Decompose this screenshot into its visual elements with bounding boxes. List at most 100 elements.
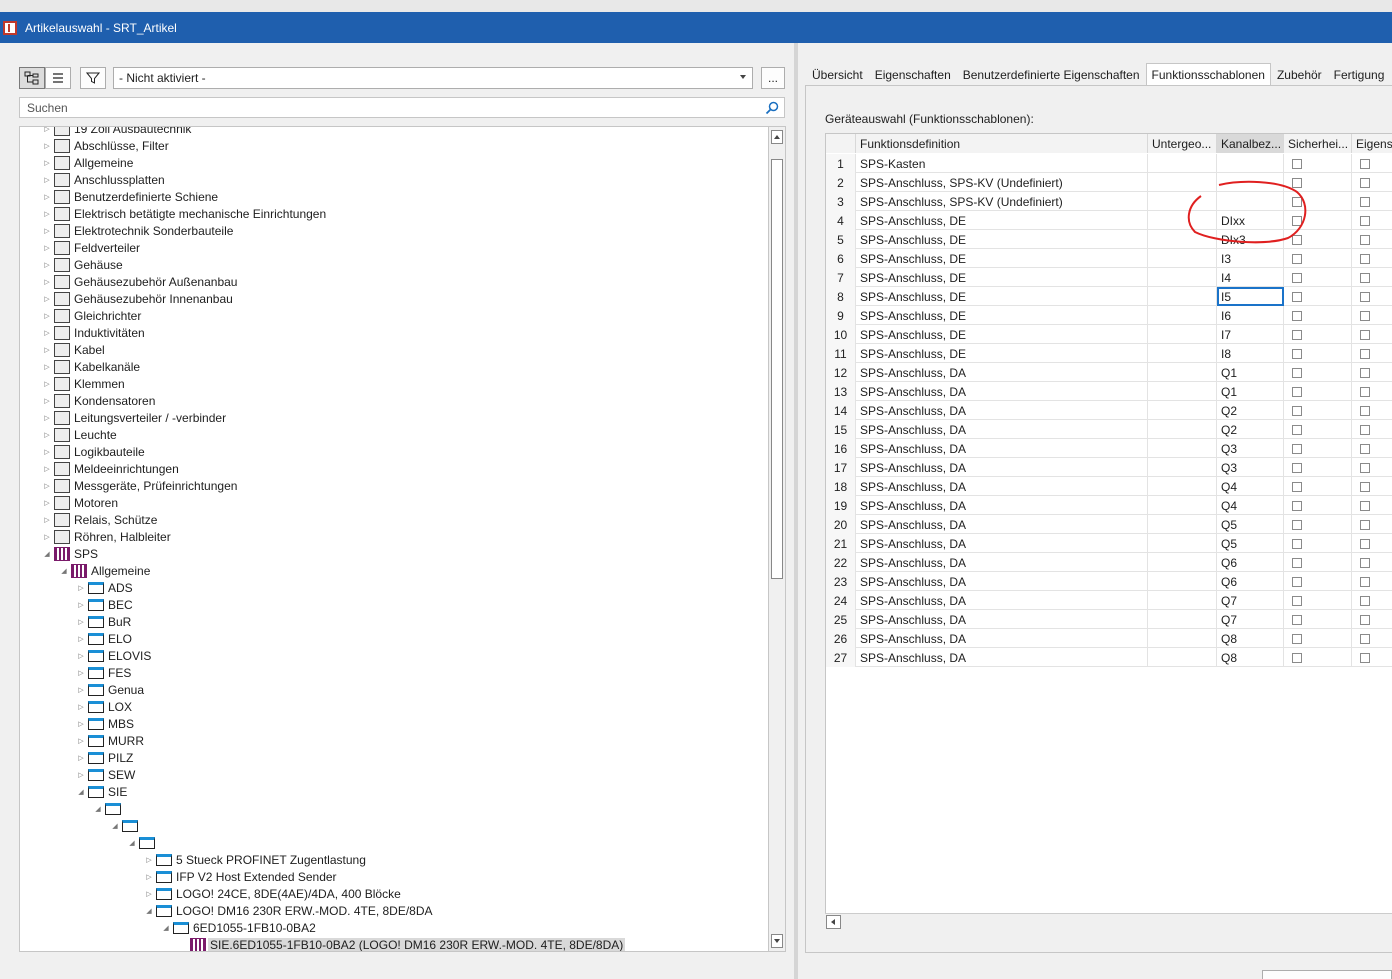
grid-column-header[interactable]: Sicherhei... [1284, 134, 1352, 153]
scroll-up-button[interactable] [771, 130, 783, 144]
expand-arrow-icon[interactable]: ▷ [42, 477, 52, 494]
subordinate-cell[interactable] [1148, 363, 1217, 382]
collapse-arrow-icon[interactable]: ◢ [42, 545, 52, 562]
safety-checkbox[interactable] [1292, 519, 1302, 530]
tree-item[interactable]: ◢ LOGO! DM16 230R ERW.-MOD. 4TE, 8DE/8DA [144, 902, 435, 919]
safety-checkbox[interactable] [1292, 462, 1302, 473]
expand-arrow-icon[interactable]: ▷ [42, 171, 52, 188]
function-definition-cell[interactable]: SPS-Anschluss, DA [856, 515, 1148, 534]
safety-checkbox[interactable] [1292, 557, 1302, 568]
property-checkbox[interactable] [1360, 367, 1370, 378]
function-template-grid[interactable]: Funktionsdefinition Untergeo... Kanalbez..… [825, 133, 1392, 928]
channel-name-cell[interactable]: Q4 [1217, 477, 1284, 496]
tree-item[interactable]: ▷ ADS [76, 579, 135, 596]
grid-row[interactable]: 6 SPS-Anschluss, DE I3 [826, 249, 1392, 268]
channel-name-cell[interactable]: Q2 [1217, 420, 1284, 439]
grid-horizontal-scrollbar[interactable] [825, 913, 1392, 929]
expand-arrow-icon[interactable]: ▷ [42, 409, 52, 426]
safety-checkbox[interactable] [1292, 234, 1302, 245]
expand-arrow-icon[interactable]: ▷ [42, 341, 52, 358]
channel-name-cell[interactable]: Q8 [1217, 648, 1284, 667]
expand-arrow-icon[interactable]: ▷ [76, 732, 86, 749]
safety-checkbox[interactable] [1292, 500, 1302, 511]
tree-item[interactable]: ▷ PILZ [76, 749, 135, 766]
expand-arrow-icon[interactable]: ▷ [42, 307, 52, 324]
tree-item[interactable]: ▷ Benutzerdefinierte Schiene [42, 188, 220, 205]
expand-arrow-icon[interactable]: ▷ [76, 749, 86, 766]
expand-arrow-icon[interactable]: ▷ [42, 443, 52, 460]
grid-row[interactable]: 17 SPS-Anschluss, DA Q3 [826, 458, 1392, 477]
expand-arrow-icon[interactable]: ▷ [42, 358, 52, 375]
property-checkbox[interactable] [1360, 424, 1370, 435]
safety-checkbox[interactable] [1292, 443, 1302, 454]
channel-name-cell[interactable]: Q4 [1217, 496, 1284, 515]
subordinate-cell[interactable] [1148, 154, 1217, 173]
grid-column-header[interactable]: Funktionsdefinition [856, 134, 1148, 153]
expand-arrow-icon[interactable]: ▷ [42, 222, 52, 239]
grid-row[interactable]: 21 SPS-Anschluss, DA Q5 [826, 534, 1392, 553]
expand-arrow-icon[interactable]: ▷ [144, 868, 154, 885]
subordinate-cell[interactable] [1148, 648, 1217, 667]
safety-checkbox[interactable] [1292, 310, 1302, 321]
expand-arrow-icon[interactable]: ▷ [42, 256, 52, 273]
tree-item[interactable]: ▷ MURR [76, 732, 146, 749]
function-definition-cell[interactable]: SPS-Anschluss, DA [856, 648, 1148, 667]
subordinate-cell[interactable] [1148, 306, 1217, 325]
tree-item[interactable]: ▷ Elektrotechnik Sonderbauteile [42, 222, 235, 239]
subordinate-cell[interactable] [1148, 382, 1217, 401]
expand-arrow-icon[interactable]: ▷ [76, 579, 86, 596]
channel-name-cell[interactable]: Q7 [1217, 610, 1284, 629]
tree-item[interactable]: ▷ Feldverteiler [42, 239, 142, 256]
channel-name-cell[interactable]: DIxx [1217, 211, 1284, 230]
subordinate-cell[interactable] [1148, 629, 1217, 648]
property-checkbox[interactable] [1360, 519, 1370, 530]
expand-arrow-icon[interactable]: ▷ [42, 137, 52, 154]
function-definition-cell[interactable]: SPS-Anschluss, DA [856, 591, 1148, 610]
safety-checkbox[interactable] [1292, 158, 1302, 169]
grid-row[interactable]: 27 SPS-Anschluss, DA Q8 [826, 648, 1392, 667]
function-definition-cell[interactable]: SPS-Anschluss, DA [856, 458, 1148, 477]
grid-row[interactable]: 20 SPS-Anschluss, DA Q5 [826, 515, 1392, 534]
tab-eigenschaften[interactable]: Eigenschaften [869, 63, 957, 85]
expand-arrow-icon[interactable]: ▷ [42, 460, 52, 477]
subordinate-cell[interactable] [1148, 344, 1217, 363]
tree-item[interactable]: ▷ FES [76, 664, 133, 681]
property-checkbox[interactable] [1360, 253, 1370, 264]
tree-item[interactable]: ▷ BEC [76, 596, 135, 613]
grid-row[interactable]: 9 SPS-Anschluss, DE I6 [826, 306, 1392, 325]
subordinate-cell[interactable] [1148, 572, 1217, 591]
grid-row[interactable]: 16 SPS-Anschluss, DA Q3 [826, 439, 1392, 458]
tree-item[interactable]: ▷ Kabelkanäle [42, 358, 142, 375]
expand-arrow-icon[interactable]: ▷ [144, 851, 154, 868]
function-definition-cell[interactable]: SPS-Anschluss, DE [856, 211, 1148, 230]
expand-arrow-icon[interactable]: ▷ [42, 494, 52, 511]
function-definition-cell[interactable]: SPS-Anschluss, DA [856, 401, 1148, 420]
channel-name-cell[interactable] [1217, 173, 1284, 192]
property-checkbox[interactable] [1360, 557, 1370, 568]
function-definition-cell[interactable]: SPS-Anschluss, DE [856, 306, 1148, 325]
property-checkbox[interactable] [1360, 329, 1370, 340]
property-checkbox[interactable] [1360, 576, 1370, 587]
channel-name-cell[interactable]: Q8 [1217, 629, 1284, 648]
safety-checkbox[interactable] [1292, 405, 1302, 416]
subordinate-cell[interactable] [1148, 439, 1217, 458]
expand-arrow-icon[interactable]: ▷ [76, 596, 86, 613]
tree-item[interactable]: ▷ 19 Zoll Ausbautechnik [42, 127, 193, 137]
grid-row[interactable]: 19 SPS-Anschluss, DA Q4 [826, 496, 1392, 515]
property-checkbox[interactable] [1360, 462, 1370, 473]
grid-row[interactable]: 4 SPS-Anschluss, DE DIxx [826, 211, 1392, 230]
tree-item[interactable]: ◢ SPS [42, 545, 100, 562]
property-checkbox[interactable] [1360, 386, 1370, 397]
property-checkbox[interactable] [1360, 291, 1370, 302]
grid-row[interactable]: 26 SPS-Anschluss, DA Q8 [826, 629, 1392, 648]
safety-checkbox[interactable] [1292, 652, 1302, 663]
property-checkbox[interactable] [1360, 405, 1370, 416]
tree-item[interactable]: SIE.6ED1055-1FB10-0BA2 (LOGO! DM16 230R … [178, 936, 626, 951]
channel-name-cell[interactable] [1217, 154, 1284, 173]
property-checkbox[interactable] [1360, 272, 1370, 283]
tree-item[interactable]: ▷ Messgeräte, Prüfeinrichtungen [42, 477, 239, 494]
function-definition-cell[interactable]: SPS-Anschluss, DA [856, 363, 1148, 382]
channel-name-cell[interactable]: DIx3 [1217, 230, 1284, 249]
tab-benutzerdefinierte-eigenschaften[interactable]: Benutzerdefinierte Eigenschaften [957, 63, 1146, 85]
tree-item[interactable]: ▷ Leitungsverteiler / -verbinder [42, 409, 228, 426]
